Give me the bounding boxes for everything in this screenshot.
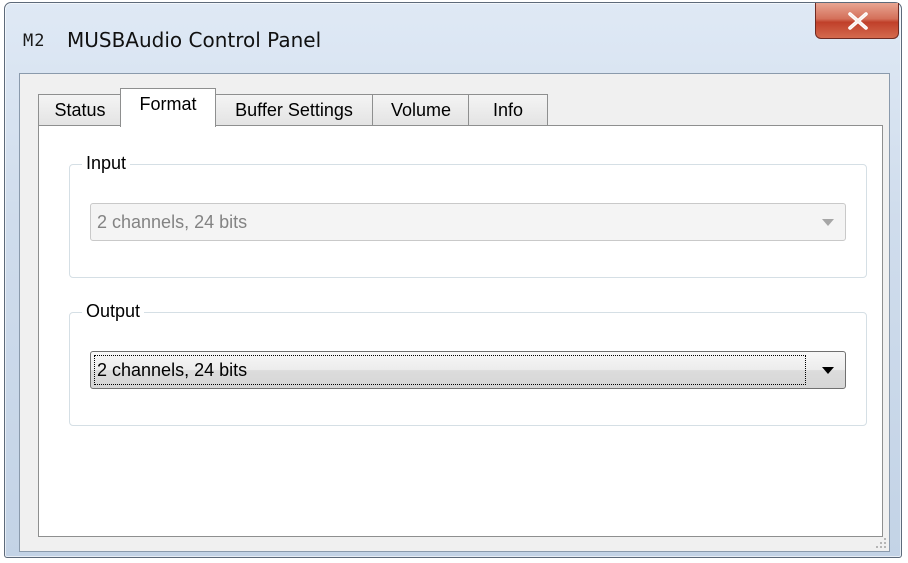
close-icon [848, 12, 868, 30]
output-groupbox: Output 2 channels, 24 bits [69, 301, 867, 426]
input-groupbox: Input 2 channels, 24 bits [69, 153, 867, 278]
tab-status[interactable]: Status [38, 94, 122, 126]
format-tab-panel: Input 2 channels, 24 bits Output 2 chann… [38, 125, 883, 537]
app-window: M2 MUSBAudio Control Panel Status Format… [4, 2, 902, 558]
title-bar[interactable]: M2 MUSBAudio Control Panel [5, 3, 901, 59]
tab-label: Status [54, 100, 106, 120]
output-format-dropdown[interactable]: 2 channels, 24 bits [90, 351, 846, 389]
tab-info[interactable]: Info [468, 94, 548, 126]
tab-label: Buffer Settings [235, 100, 353, 120]
tab-label: Format [139, 94, 197, 114]
tab-buffer-settings[interactable]: Buffer Settings [214, 94, 374, 126]
window-title: MUSBAudio Control Panel [67, 28, 322, 52]
chevron-down-icon [822, 367, 834, 374]
tab-format[interactable]: Format [120, 88, 216, 127]
output-group-label: Output [82, 301, 145, 322]
tab-label: Info [492, 100, 524, 120]
resize-grip-icon[interactable] [875, 537, 887, 549]
input-format-value: 2 channels, 24 bits [97, 212, 248, 232]
client-area: Status Format Buffer Settings Volume Inf… [19, 73, 890, 552]
output-format-value: 2 channels, 24 bits [97, 360, 248, 380]
chevron-down-icon [822, 219, 834, 226]
input-group-label: Input [82, 153, 131, 174]
app-icon: M2 [23, 31, 46, 51]
tab-volume[interactable]: Volume [372, 94, 470, 126]
input-format-dropdown: 2 channels, 24 bits [90, 203, 846, 241]
tab-label: Volume [390, 100, 452, 120]
close-button[interactable] [815, 3, 899, 39]
